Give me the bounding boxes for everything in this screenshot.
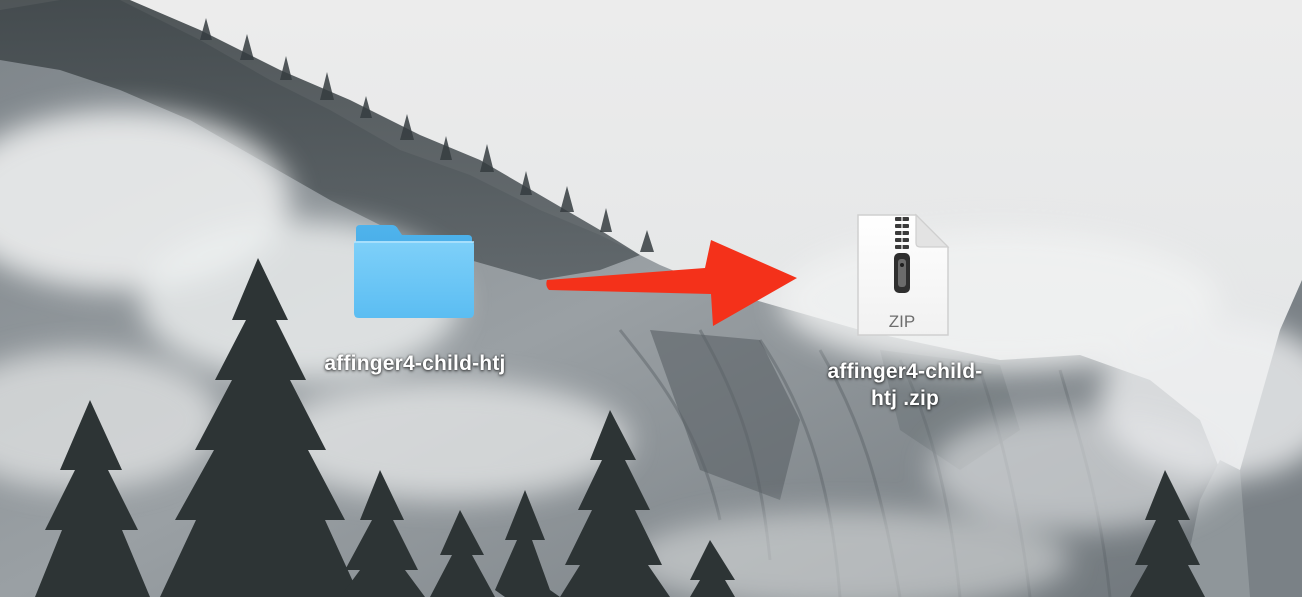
desktop: affinger4-child-htj ZIP affinger4-child-… [0, 0, 1302, 597]
arrow-right-icon [546, 240, 797, 326]
desktop-zip-item[interactable]: ZIP affinger4-child- htj .zip [790, 205, 1020, 420]
zip-file-name-label: affinger4-child- htj .zip [790, 358, 1020, 412]
zip-badge: ZIP [889, 312, 915, 331]
folder-name-label: affinger4-child-htj [290, 350, 540, 377]
zip-file-name-line1: affinger4-child- [827, 360, 983, 383]
zip-archive-icon: ZIP [857, 213, 950, 336]
folder-icon [354, 225, 474, 318]
zip-file-name-line2: htj .zip [870, 387, 940, 410]
folder-name: affinger4-child-htj [324, 352, 506, 375]
desktop-folder-item[interactable]: affinger4-child-htj [290, 215, 540, 385]
